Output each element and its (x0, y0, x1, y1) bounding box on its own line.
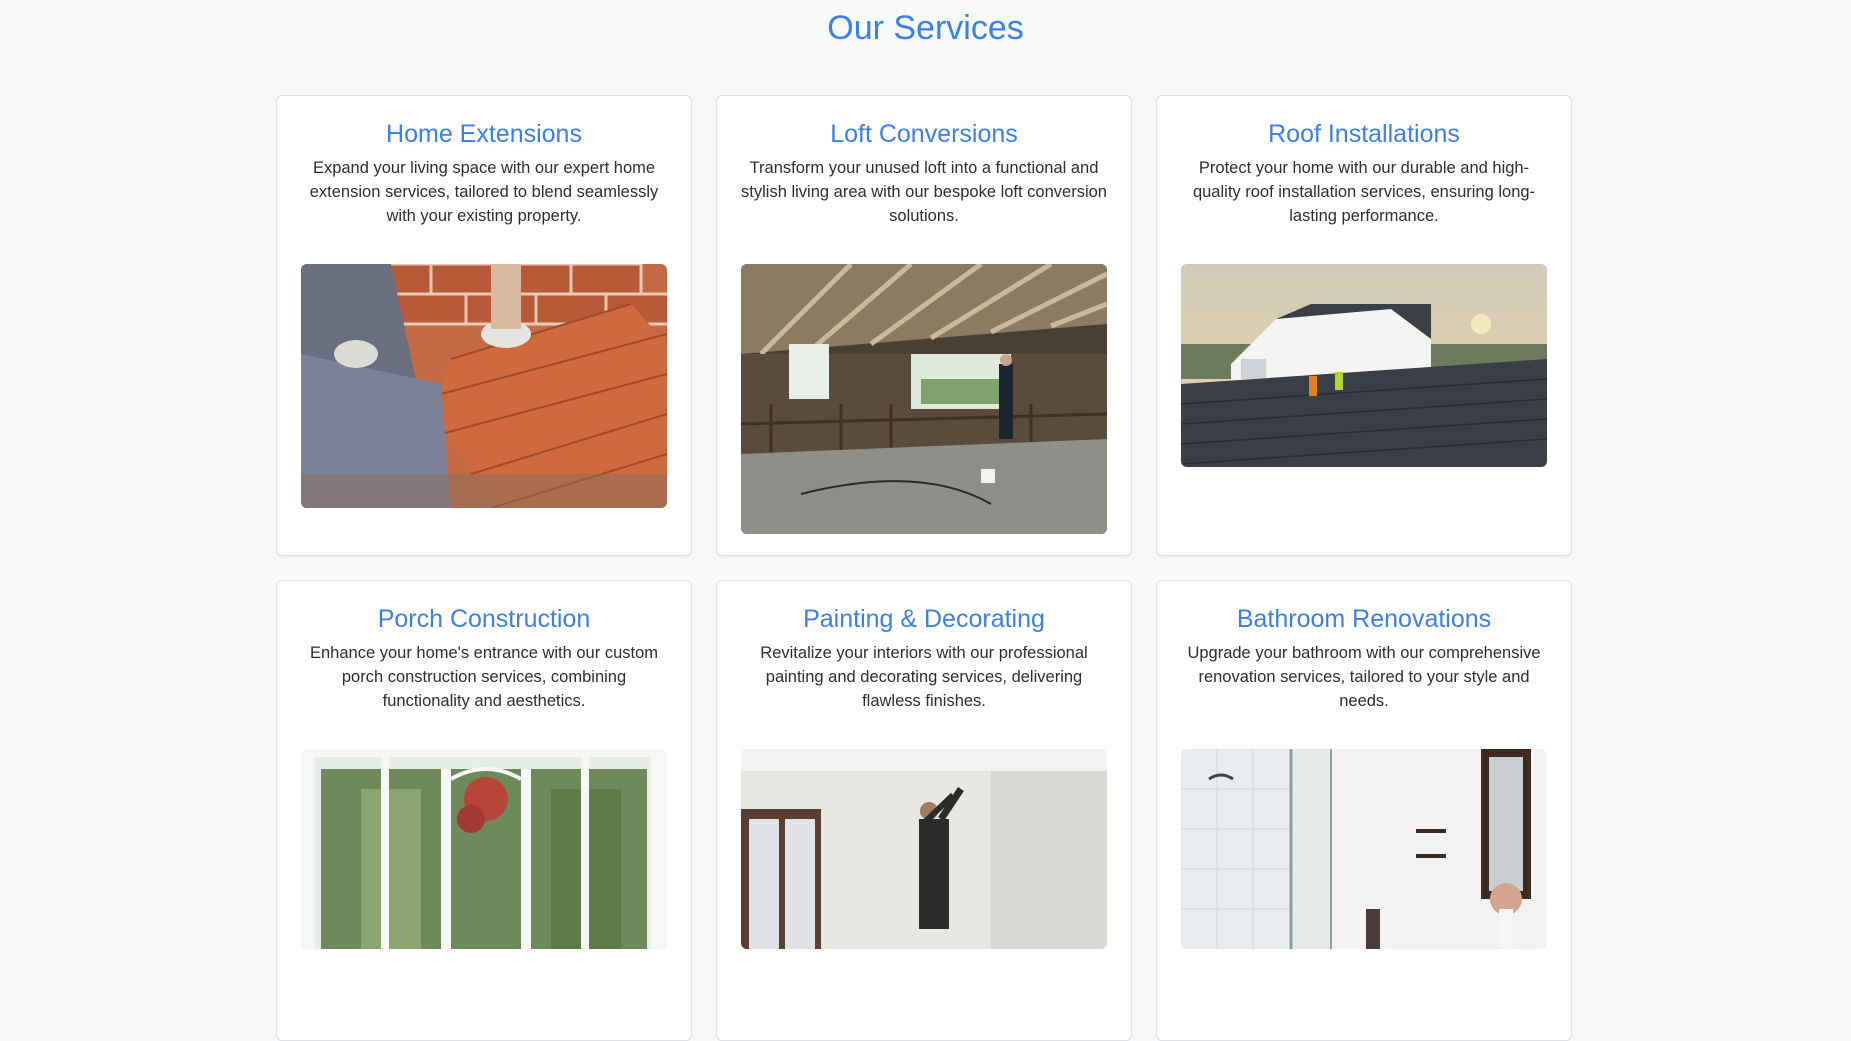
service-card-loft-conversions: Loft Conversions Transform your unused l… (716, 95, 1132, 556)
service-title: Loft Conversions (830, 120, 1018, 148)
glass-porch-image (301, 749, 667, 949)
service-title: Bathroom Renovations (1236, 605, 1492, 633)
bricklaying-image (301, 264, 667, 508)
roof-workers-image (1181, 264, 1547, 467)
bathroom-image (1181, 749, 1547, 949)
service-title: Roof Installations (1268, 120, 1460, 148)
service-description: Expand your living space with our expert… (309, 159, 659, 225)
service-description: Transform your unused loft into a functi… (741, 159, 1107, 225)
service-card-home-extensions: Home Extensions Expand your living space… (276, 95, 692, 556)
service-card-porch-construction: Porch Construction Enhance your home's e… (276, 580, 692, 1041)
page-title: Our Services (827, 9, 1024, 47)
service-title: Porch Construction (377, 605, 591, 633)
service-card-bathroom-renovations: Bathroom Renovations Upgrade your bathro… (1156, 580, 1572, 1041)
service-card-roof-installations: Roof Installations Protect your home wit… (1156, 95, 1572, 556)
service-description: Revitalize your interiors with our profe… (760, 644, 1088, 710)
painter-image (741, 749, 1107, 949)
service-description: Upgrade your bathroom with our comprehen… (1187, 644, 1541, 710)
service-card-painting-decorating: Painting & Decorating Revitalize your in… (716, 580, 1132, 1041)
service-description: Protect your home with our durable and h… (1192, 159, 1536, 225)
service-description: Enhance your home's entrance with our cu… (310, 644, 658, 710)
service-title: Painting & Decorating (803, 605, 1045, 633)
services-grid: Home Extensions Expand your living space… (276, 95, 1572, 1041)
loft-interior-image (741, 264, 1107, 534)
service-title: Home Extensions (386, 120, 582, 148)
